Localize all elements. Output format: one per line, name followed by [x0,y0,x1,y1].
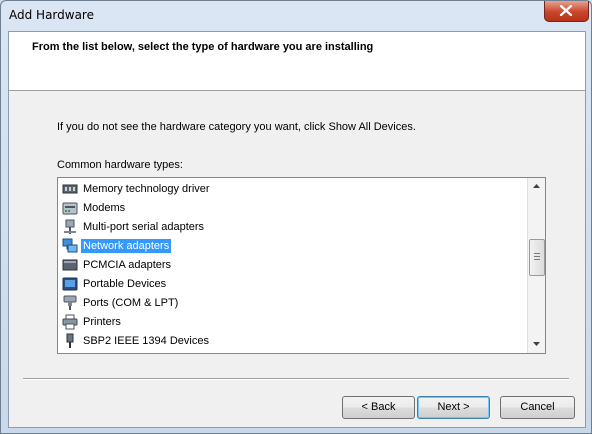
printer-icon [62,314,78,330]
ieee1394-icon [66,333,74,348]
list-item-label: PCMCIA adapters [83,259,172,271]
scroll-down-arrow-icon [533,342,540,346]
list-item-label: Modems [83,202,126,214]
list-item[interactable]: Ports (COM & LPT) [62,294,180,312]
list-item-label: Printers [83,316,121,328]
scroll-thumb[interactable] [529,239,545,276]
grip-line [534,253,540,254]
list-item[interactable]: Printers [62,313,123,331]
list-item[interactable]: Modems [62,199,127,217]
list-item-selected[interactable]: Network adapters [62,237,172,255]
close-icon [559,5,573,16]
wizard-content: From the list below, select the type of … [8,31,586,428]
add-hardware-window: Add Hardware From the list below, select… [0,0,592,434]
grip-line [534,259,540,260]
list-item[interactable]: Memory technology driver [62,180,212,198]
serial-adapter-icon [64,219,76,234]
list-item-label: Ports (COM & LPT) [83,297,179,309]
memory-chip-icon [62,184,78,194]
vertical-scrollbar[interactable] [527,178,545,353]
network-adapter-icon [62,238,78,253]
info-text: If you do not see the hardware category … [57,121,416,133]
port-icon [63,295,77,310]
scroll-up-arrow-icon [533,184,540,188]
header-instruction: From the list below, select the type of … [32,41,374,53]
next-button[interactable]: Next > [417,396,490,419]
modem-icon [62,202,78,215]
scroll-down-button[interactable] [528,335,545,352]
window-title: Add Hardware [9,8,94,22]
list-item[interactable]: Multi-port serial adapters [62,218,206,236]
wizard-header: From the list below, select the type of … [9,32,585,91]
portable-device-icon [62,277,78,291]
list-label: Common hardware types: [57,159,183,171]
list-item[interactable]: SBP2 IEEE 1394 Devices [62,332,211,350]
list-item-label: Network adapters [81,239,172,253]
title-bar[interactable]: Add Hardware [1,1,591,31]
list-item-label: Portable Devices [83,278,167,290]
list-item-label: Multi-port serial adapters [83,221,205,233]
grip-line [534,256,540,257]
pcmcia-card-icon [62,259,78,271]
list-item-label: SBP2 IEEE 1394 Devices [83,335,209,347]
list-item[interactable]: Portable Devices [62,275,168,293]
scroll-up-button[interactable] [528,178,545,195]
hardware-type-list[interactable]: Memory technology driver Modems Multi-po… [57,177,546,354]
close-button[interactable] [544,1,589,22]
list-item-label: Memory technology driver [83,183,210,195]
back-button[interactable]: < Back [342,396,415,419]
cancel-button[interactable]: Cancel [500,396,575,419]
button-separator [23,378,569,380]
list-item[interactable]: PCMCIA adapters [62,256,173,274]
